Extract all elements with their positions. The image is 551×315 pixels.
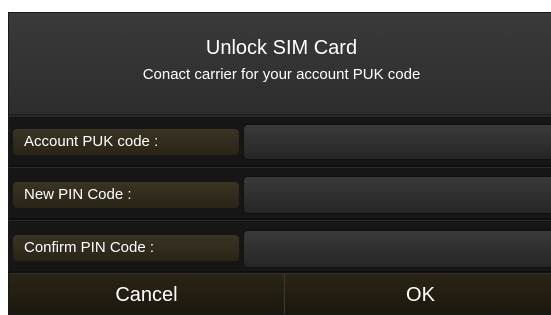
account-puk-input[interactable]	[243, 124, 551, 160]
new-pin-input[interactable]	[243, 176, 551, 214]
confirm-pin-row: Confirm PIN Code :	[9, 221, 551, 273]
dialog-title: Unlock SIM Card	[205, 37, 358, 59]
unlock-sim-dialog: Unlock SIM Card Conact carrier for your …	[8, 12, 551, 315]
account-puk-label: Account PUK code :	[13, 129, 239, 155]
dialog-button-bar: Cancel OK	[9, 273, 551, 314]
ok-button[interactable]: OK	[285, 274, 551, 314]
dialog-header: Unlock SIM Card Conact carrier for your …	[9, 13, 551, 115]
new-pin-row: New PIN Code :	[9, 168, 551, 220]
dialog-subtitle: Conact carrier for your account PUK code	[142, 66, 421, 83]
confirm-pin-label: Confirm PIN Code :	[13, 235, 239, 261]
account-puk-row: Account PUK code :	[9, 117, 551, 167]
new-pin-label: New PIN Code :	[13, 182, 239, 208]
confirm-pin-input[interactable]	[243, 230, 551, 268]
cancel-button[interactable]: Cancel	[9, 274, 285, 314]
